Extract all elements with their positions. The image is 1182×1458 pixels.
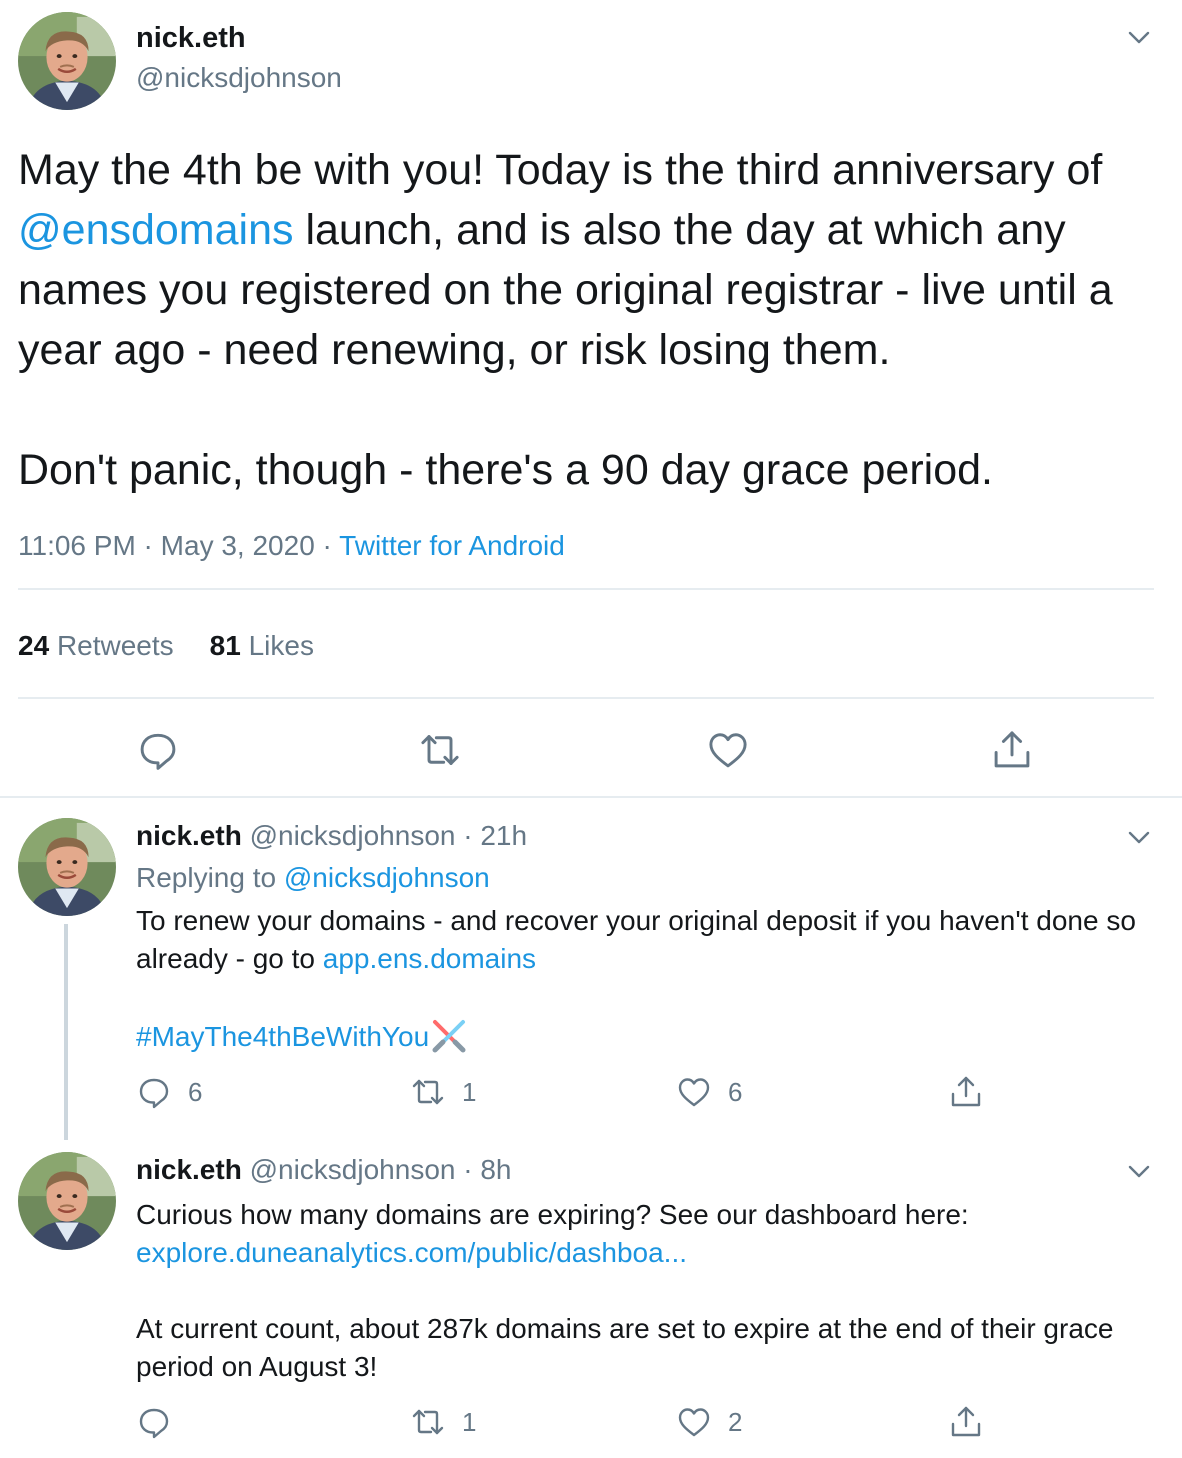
reply-action[interactable]: 6 — [136, 1072, 202, 1112]
share-icon[interactable] — [990, 728, 1034, 772]
author-handle[interactable]: @nicksdjohnson — [136, 62, 342, 94]
tweet-date[interactable]: May 3, 2020 — [161, 530, 315, 561]
share-action[interactable] — [948, 1402, 984, 1442]
reply-text: Curious how many domains are expiring? S… — [136, 1196, 1146, 1234]
reply-count: 6 — [188, 1076, 203, 1107]
reply-tweet[interactable]: nick.eth @nicksdjohnson · 8h Curious how… — [0, 1140, 1182, 1458]
reply-icon[interactable] — [136, 728, 180, 772]
retweet-count: 1 — [462, 1406, 477, 1437]
tweet-stats: 24 Retweets 81 Likes — [18, 630, 314, 662]
replying-to: Replying to @nicksdjohnson — [136, 862, 490, 894]
author-handle[interactable]: @nicksdjohnson — [250, 1154, 456, 1185]
retweet-action[interactable]: 1 — [410, 1402, 476, 1442]
reply-header: nick.eth @nicksdjohnson · 8h — [136, 1154, 512, 1186]
reply-age[interactable]: 21h — [480, 820, 527, 851]
meta-separator: · — [314, 530, 340, 561]
like-action[interactable]: 6 — [676, 1072, 742, 1112]
reply-text-2: At current count, about 287k domains are… — [136, 1310, 1146, 1386]
hashtag-line: #MayThe4thBeWithYou — [136, 1016, 1146, 1056]
chevron-down-icon[interactable] — [1124, 22, 1154, 52]
reply-age[interactable]: 8h — [480, 1154, 511, 1185]
reply-icon[interactable] — [136, 1074, 172, 1110]
retweet-icon[interactable] — [410, 1074, 446, 1110]
reply-header: nick.eth @nicksdjohnson · 21h — [136, 820, 527, 852]
hashtag-link[interactable]: #MayThe4thBeWithYou — [136, 1021, 429, 1052]
meta-separator: · — [455, 1154, 481, 1185]
like-icon[interactable] — [676, 1404, 712, 1440]
reply-link-line: explore.duneanalytics.com/public/dashboa… — [136, 1234, 1146, 1272]
share-icon[interactable] — [948, 1074, 984, 1110]
tweet-time[interactable]: 11:06 PM — [18, 530, 136, 561]
author-name[interactable]: nick.eth — [136, 1154, 242, 1185]
lightsaber-emoji — [432, 1020, 466, 1053]
retweet-icon[interactable] — [410, 1404, 446, 1440]
meta-separator: · — [135, 530, 161, 561]
url-link[interactable]: app.ens.domains — [323, 943, 536, 974]
author-name[interactable]: nick.eth — [136, 820, 242, 851]
retweet-icon[interactable] — [418, 728, 462, 772]
thread-line — [64, 924, 68, 1140]
url-link[interactable]: explore.duneanalytics.com/public/dashboa… — [136, 1237, 687, 1268]
meta-separator: · — [455, 820, 481, 851]
share-icon[interactable] — [948, 1404, 984, 1440]
divider — [18, 588, 1154, 590]
like-action[interactable]: 2 — [676, 1402, 742, 1442]
replying-to-label: Replying to — [136, 862, 284, 893]
reply-body: Curious how many domains are expiring? S… — [136, 1199, 969, 1230]
main-tweet: nick.eth @nicksdjohnson May the 4th be w… — [0, 0, 1182, 798]
retweets-label: Retweets — [56, 630, 174, 661]
retweet-action[interactable]: 1 — [410, 1072, 476, 1112]
reply-tweet[interactable]: nick.eth @nicksdjohnson · 21h Replying t… — [0, 798, 1182, 1140]
reply-icon[interactable] — [136, 1404, 172, 1440]
reply-text: To renew your domains - and recover your… — [136, 902, 1146, 978]
retweet-count: 1 — [462, 1076, 477, 1107]
like-count: 6 — [728, 1076, 743, 1107]
likes-stat[interactable]: 81 Likes — [210, 630, 314, 661]
likes-label: Likes — [248, 630, 314, 661]
chevron-down-icon[interactable] — [1124, 1156, 1154, 1186]
author-name[interactable]: nick.eth — [136, 22, 246, 55]
retweets-stat[interactable]: 24 Retweets — [18, 630, 174, 661]
avatar[interactable] — [18, 1152, 116, 1250]
tweet-source[interactable]: Twitter for Android — [339, 530, 565, 561]
tweet-meta: 11:06 PM · May 3, 2020 · Twitter for And… — [18, 530, 565, 562]
like-icon[interactable] — [706, 728, 750, 772]
avatar[interactable] — [18, 12, 116, 110]
likes-count: 81 — [209, 630, 241, 661]
chevron-down-icon[interactable] — [1124, 822, 1154, 852]
avatar[interactable] — [18, 818, 116, 916]
tweet-text: May the 4th be with you! Today is the th… — [18, 140, 1168, 500]
share-action[interactable] — [948, 1072, 984, 1112]
reply-action[interactable] — [136, 1402, 188, 1442]
tweet-text-intro: May the 4th be with you! Today is the th… — [18, 146, 1115, 194]
reply-body-2: At current count, about 287k domains are… — [136, 1313, 1122, 1382]
like-icon[interactable] — [676, 1074, 712, 1110]
author-handle[interactable]: @nicksdjohnson — [250, 820, 456, 851]
divider — [18, 697, 1154, 699]
mention-link[interactable]: @ensdomains — [18, 206, 294, 254]
replying-to-link[interactable]: @nicksdjohnson — [284, 862, 490, 893]
retweets-count: 24 — [18, 630, 50, 661]
like-count: 2 — [728, 1406, 743, 1437]
reply-body: To renew your domains - and recover your… — [136, 905, 1144, 974]
